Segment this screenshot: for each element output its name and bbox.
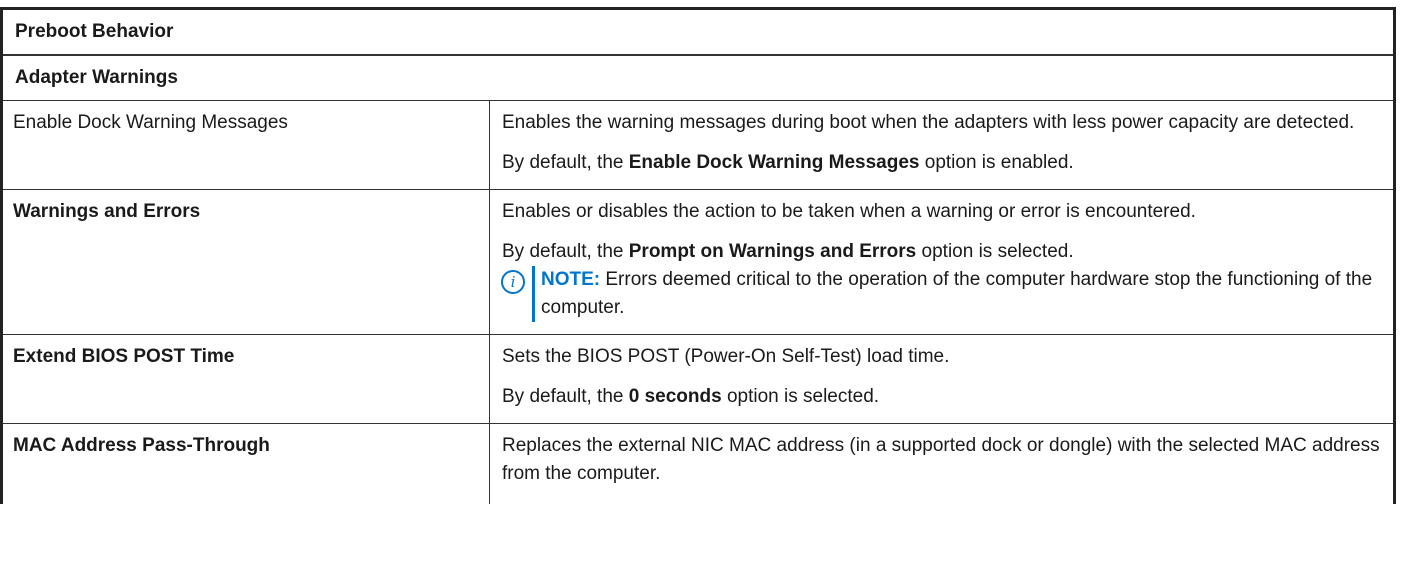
default-text: By default, the 0 seconds option is sele…	[502, 383, 1381, 411]
default-value: 0 seconds	[628, 386, 722, 407]
option-description: Sets the BIOS POST (Power-On Self-Test) …	[490, 335, 1393, 423]
option-name: Enable Dock Warning Messages	[3, 101, 490, 189]
section-header-row: Adapter Warnings	[3, 56, 1393, 101]
default-suffix: option is enabled.	[919, 152, 1074, 173]
default-prefix: By default, the	[502, 241, 629, 262]
note-body: NOTE: Errors deemed critical to the oper…	[532, 266, 1381, 322]
preboot-behavior-table: Preboot Behavior Adapter Warnings Enable…	[0, 7, 1396, 504]
table-title: Preboot Behavior	[15, 21, 174, 42]
default-text: By default, the Enable Dock Warning Mess…	[502, 149, 1381, 177]
description-text: Sets the BIOS POST (Power-On Self-Test) …	[502, 346, 950, 367]
default-suffix: option is selected.	[916, 241, 1074, 262]
option-description: Enables the warning messages during boot…	[490, 101, 1393, 189]
note-label: NOTE:	[541, 269, 601, 290]
default-suffix: option is selected.	[721, 386, 880, 407]
option-description: Replaces the external NIC MAC address (i…	[490, 424, 1393, 504]
default-value: Enable Dock Warning Messages	[628, 152, 920, 173]
description-text: Enables or disables the action to be tak…	[502, 201, 1196, 222]
option-name: MAC Address Pass-Through	[3, 424, 490, 504]
option-name: Warnings and Errors	[3, 190, 490, 334]
note-block: i NOTE: Errors deemed critical to the op…	[501, 266, 1381, 322]
table-row: Enable Dock Warning Messages Enables the…	[3, 101, 1393, 190]
section-title: Adapter Warnings	[15, 67, 178, 88]
info-icon: i	[501, 270, 525, 294]
table-row: MAC Address Pass-Through Replaces the ex…	[3, 424, 1393, 504]
default-value: Prompt on Warnings and Errors	[628, 241, 917, 262]
option-name: Extend BIOS POST Time	[3, 335, 490, 423]
table-title-row: Preboot Behavior	[3, 10, 1393, 56]
note-text: Errors deemed critical to the operation …	[541, 269, 1373, 318]
default-text: By default, the Prompt on Warnings and E…	[502, 238, 1381, 266]
table-row: Warnings and Errors Enables or disables …	[3, 190, 1393, 335]
default-prefix: By default, the	[502, 152, 629, 173]
description-text: Enables the warning messages during boot…	[502, 112, 1355, 133]
description-text: Replaces the external NIC MAC address (i…	[502, 435, 1380, 484]
table-row: Extend BIOS POST Time Sets the BIOS POST…	[3, 335, 1393, 424]
default-prefix: By default, the	[502, 386, 629, 407]
option-description: Enables or disables the action to be tak…	[490, 190, 1393, 334]
